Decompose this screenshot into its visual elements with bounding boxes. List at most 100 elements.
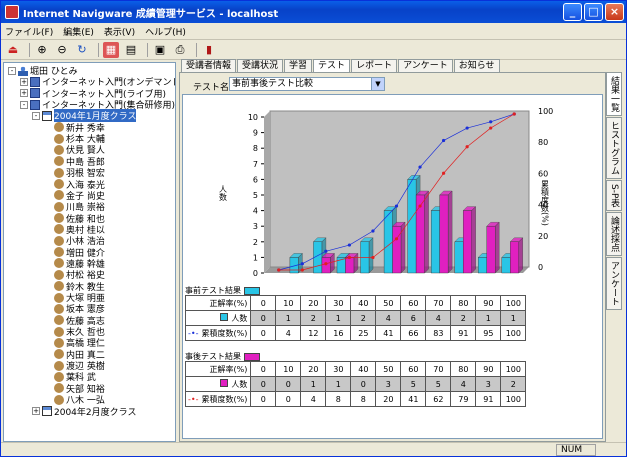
menu-help[interactable]: ヘルプ(H) (145, 25, 186, 38)
tab-1[interactable]: 受講状況 (237, 59, 284, 72)
table-cell: 4 (425, 310, 452, 326)
menu-file[interactable]: ファイル(F) (5, 25, 53, 38)
tree-student[interactable]: 増田 健介 (54, 247, 105, 259)
y-tick-label: 3 (253, 222, 258, 231)
tree-student[interactable]: 佐藤 高志 (54, 315, 105, 327)
tree-student[interactable]: 小林 浩治 (54, 235, 105, 247)
tree-student[interactable]: 中島 吾郎 (54, 156, 105, 168)
expand-icon[interactable]: + (20, 89, 28, 98)
row-label: -•- 累積度数(%) (184, 325, 252, 341)
tab-5[interactable]: アンケート (398, 59, 453, 72)
tree-student[interactable]: 村松 裕史 (54, 269, 105, 281)
user-icon (54, 213, 64, 224)
tree-student[interactable]: 坂本 憲彦 (54, 303, 105, 315)
toolbar-separator (98, 42, 99, 57)
test-name-label: テスト名: (193, 83, 233, 93)
tree-class[interactable]: +2004年2月度クラス (32, 406, 136, 418)
user-icon (54, 258, 64, 269)
tree-student[interactable]: 矢部 知裕 (54, 383, 105, 395)
status-bar: NUM (1, 442, 626, 457)
vtab-0[interactable]: 結果一覧 (606, 72, 622, 116)
tree-student[interactable]: 末久 哲也 (54, 326, 105, 338)
tree-student[interactable]: 渡辺 英樹 (54, 360, 105, 372)
print-icon[interactable]: ⎙ (172, 42, 188, 58)
collapse-icon[interactable]: - (20, 100, 28, 109)
tree-student[interactable]: 内田 真二 (54, 349, 105, 361)
table-cell: 1 (325, 376, 352, 392)
table-cell: 62 (425, 391, 452, 407)
exit-icon[interactable]: ⏏ (5, 42, 21, 58)
menu-edit[interactable]: 編集(E) (63, 25, 94, 38)
user-icon (54, 326, 64, 337)
tree-student[interactable]: 佐藤 和也 (54, 213, 105, 225)
tree-student[interactable]: 羽根 智宏 (54, 167, 105, 179)
book-icon[interactable]: ▮ (201, 42, 217, 58)
chart-icon[interactable]: ▤ (123, 42, 139, 58)
collapse-icon[interactable]: - (32, 111, 40, 120)
tree-student[interactable]: 遠藤 幹雄 (54, 258, 105, 270)
expand-icon[interactable]: + (32, 407, 40, 415)
table-cell: 2 (350, 310, 377, 326)
tree-student[interactable]: 伏見 賢人 (54, 144, 105, 156)
chevron-down-icon[interactable]: ▼ (371, 78, 384, 90)
tab-3[interactable]: テスト (313, 59, 351, 73)
tree-student[interactable]: 新井 秀幸 (54, 122, 105, 134)
pc-icon (30, 88, 40, 99)
menu-view[interactable]: 表示(V) (104, 25, 135, 38)
expand-icon[interactable]: + (20, 77, 28, 86)
table-cell: 41 (400, 391, 427, 407)
tree-student[interactable]: 鈴木 教生 (54, 281, 105, 293)
tree-student[interactable]: 大塚 明亜 (54, 292, 105, 304)
tree-student[interactable]: 高橋 理仁 (54, 337, 105, 349)
post-bar (509, 237, 524, 274)
tab-6[interactable]: お知らせ (453, 59, 500, 72)
test-name-select[interactable]: 事前事後テスト比較 ▼ (229, 77, 385, 91)
table-cell: 20 (375, 391, 402, 407)
user-icon (54, 133, 64, 144)
row-label: 人数 (184, 376, 252, 392)
tree-student[interactable]: 金子 尚史 (54, 190, 105, 202)
tab-2[interactable]: 学習 (284, 59, 313, 72)
y-tick-label: 8 (253, 144, 258, 153)
post-bar (344, 252, 359, 274)
tree-class-selected[interactable]: -2004年1月度クラス (32, 109, 137, 123)
tree-student[interactable]: 八木 一弘 (54, 394, 105, 406)
vtab-3[interactable]: 論述採点 (606, 212, 622, 257)
tree-course[interactable]: + インターネット入門(ライブ用) (20, 88, 166, 100)
tree-student[interactable]: 川島 崇裕 (54, 201, 105, 213)
tree-student[interactable]: 奥村 桂以 (54, 224, 105, 236)
table-cell: 40 (350, 361, 377, 377)
tab-0[interactable]: 受講者情報 (181, 59, 237, 72)
maximize-button[interactable]: □ (584, 3, 603, 21)
table-cell: 4 (375, 310, 402, 326)
table-cell: 80 (450, 295, 477, 311)
vtab-2[interactable]: S-P表 (606, 180, 622, 212)
row-label-text: 累積度数(%) (201, 328, 248, 338)
collapse-icon[interactable]: - (8, 66, 16, 75)
close-button[interactable]: × (605, 3, 624, 21)
tree-student[interactable]: 入海 泰光 (54, 179, 105, 191)
tree-student[interactable]: 杉本 大輔 (54, 133, 105, 145)
tree-root[interactable]: - 堀田 ひとみ (8, 65, 78, 77)
table-cell: 83 (425, 325, 452, 341)
table-cell: 0 (250, 361, 277, 377)
refresh-icon[interactable]: ↻ (74, 42, 90, 58)
zoom-in-icon[interactable]: ⊕ (34, 42, 50, 58)
tab-4[interactable]: レポート (351, 59, 398, 72)
table-cell: 4 (275, 325, 302, 341)
minimize-button[interactable]: _ (563, 3, 582, 21)
zoom-out-icon[interactable]: ⊖ (54, 42, 70, 58)
tree-student[interactable]: 葉科 武 (54, 371, 96, 383)
title-bar[interactable]: Internet Navigware 成績管理サービス - localhost … (1, 1, 626, 23)
vtab-4[interactable]: アンケート (606, 257, 622, 311)
user-icon (54, 360, 64, 371)
vtab-1[interactable]: ヒストグラム (606, 117, 622, 179)
y2-tick-label: 0 (538, 263, 543, 272)
compare-icon[interactable]: ▦ (103, 41, 119, 58)
tree-course[interactable]: - インターネット入門(集合研修用) (20, 99, 175, 111)
tree-course[interactable]: +インターネット入門(オンデマンド用) (20, 76, 175, 88)
user-icon (54, 315, 64, 326)
table-cell: 50 (375, 295, 402, 311)
pre-cumulative-point (347, 243, 352, 247)
preview-icon[interactable]: ▣ (152, 42, 168, 58)
